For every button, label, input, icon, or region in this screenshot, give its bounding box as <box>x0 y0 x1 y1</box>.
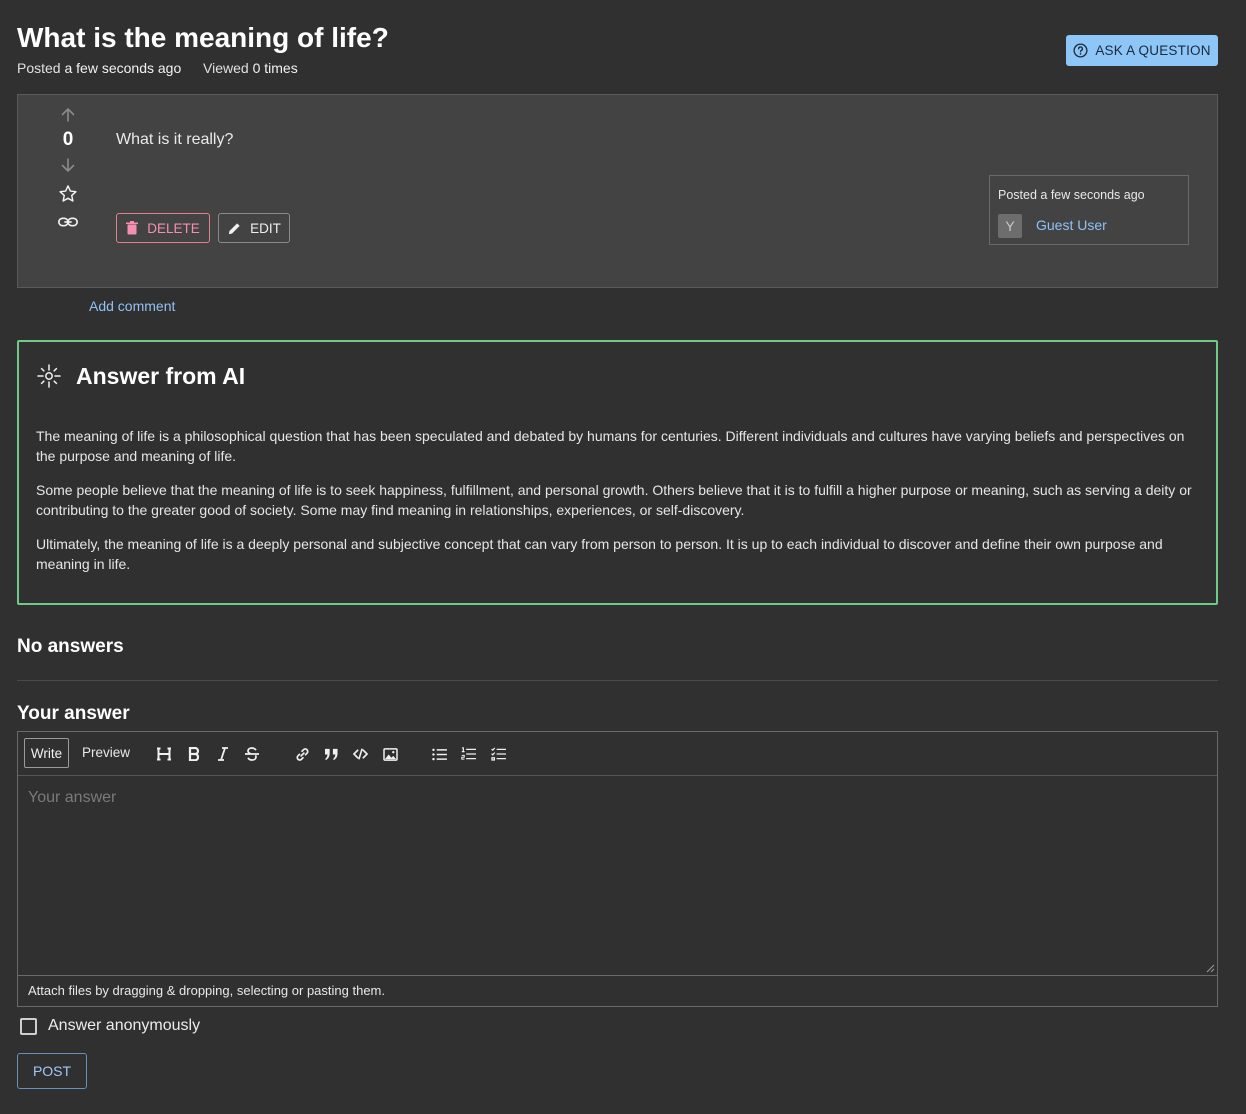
ai-answer-panel: Answer from AI The meaning of life is a … <box>17 340 1218 605</box>
markdown-editor: Write Preview Your answer Attach files b… <box>17 731 1218 1007</box>
anonymous-checkbox[interactable] <box>20 1017 37 1035</box>
link-icon[interactable] <box>293 745 311 763</box>
answer-placeholder: Your answer <box>28 789 117 806</box>
add-comment-link[interactable]: Add comment <box>89 298 175 314</box>
author-name-link[interactable]: Guest User <box>1036 217 1107 233</box>
ask-question-button[interactable]: ASK A QUESTION <box>1066 35 1218 66</box>
edit-label: EDIT <box>250 220 281 236</box>
posted-time: Posted a few seconds ago <box>998 188 1145 202</box>
attach-files-hint[interactable]: Attach files by dragging & dropping, sel… <box>28 983 385 998</box>
ai-answer-paragraph: The meaning of life is a philosophical q… <box>36 428 1185 464</box>
ai-answer-paragraph: Some people believe that the meaning of … <box>36 482 1192 518</box>
ai-answer-paragraph: Ultimately, the meaning of life is a dee… <box>36 536 1163 572</box>
posted-label: Posted <box>17 60 61 76</box>
tab-write[interactable]: Write <box>24 738 69 768</box>
answers-count-heading: No answers <box>17 636 124 657</box>
downvote-icon[interactable] <box>52 155 84 175</box>
anonymous-option: Answer anonymously <box>20 1017 200 1035</box>
editor-toolbar: Write Preview <box>18 732 1217 776</box>
quote-icon[interactable] <box>322 745 340 763</box>
post-author-card: Posted a few seconds ago Y Guest User <box>989 175 1189 245</box>
divider <box>17 680 1218 681</box>
viewed-label: Viewed <box>203 60 249 76</box>
delete-button[interactable]: DELETE <box>116 213 210 243</box>
code-icon[interactable] <box>351 745 369 763</box>
numbered-list-icon[interactable] <box>459 745 477 763</box>
pencil-icon <box>227 221 242 236</box>
ai-sparkle-icon <box>37 364 61 388</box>
link-icon[interactable] <box>52 213 84 231</box>
vote-column: 0 <box>52 105 84 231</box>
question-meta: Posted a few seconds ago Viewed 0 times <box>17 60 298 76</box>
upvote-icon[interactable] <box>52 105 84 125</box>
image-icon[interactable] <box>381 745 399 763</box>
anonymous-label[interactable]: Answer anonymously <box>48 1017 200 1035</box>
question-body: What is it really? <box>116 131 234 148</box>
bold-icon[interactable] <box>185 745 203 763</box>
help-circle-icon <box>1073 43 1088 58</box>
heading-icon[interactable] <box>155 745 173 763</box>
your-answer-heading: Your answer <box>17 703 130 724</box>
ask-question-label: ASK A QUESTION <box>1095 43 1211 58</box>
post-answer-button[interactable]: POST <box>17 1053 87 1089</box>
italic-icon[interactable] <box>214 745 232 763</box>
answer-textarea[interactable]: Your answer <box>18 775 1217 976</box>
star-icon[interactable] <box>52 183 84 205</box>
trash-icon <box>126 221 139 235</box>
posted-value: a few seconds ago <box>64 60 182 76</box>
viewed-value: 0 times <box>252 60 298 76</box>
resize-handle-icon[interactable] <box>1206 964 1215 973</box>
task-list-icon[interactable] <box>489 745 507 763</box>
avatar[interactable]: Y <box>998 214 1022 238</box>
vote-score: 0 <box>62 129 74 150</box>
bulleted-list-icon[interactable] <box>430 745 448 763</box>
ai-answer-body: The meaning of life is a philosophical q… <box>36 426 1201 588</box>
question-card: 0 What is it really? DELETE EDIT Posted … <box>17 94 1218 288</box>
strikethrough-icon[interactable] <box>243 745 261 763</box>
delete-label: DELETE <box>147 220 200 236</box>
edit-button[interactable]: EDIT <box>218 213 290 243</box>
page-title: What is the meaning of life? <box>17 22 389 53</box>
ai-answer-heading: Answer from AI <box>76 363 246 389</box>
tab-preview[interactable]: Preview <box>82 745 130 760</box>
